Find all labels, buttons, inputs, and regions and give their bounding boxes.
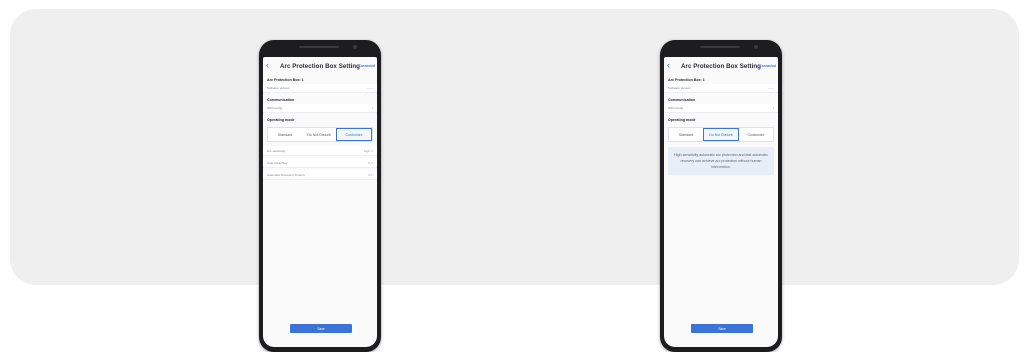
connection-status: Connected — [759, 64, 776, 68]
mode-standard-tab[interactable]: Standard — [669, 128, 703, 141]
mode-selector: Standard Do Not Disturb Customize — [267, 127, 373, 142]
software-version-row: Software Version ------ — [263, 84, 377, 93]
param-dropdown[interactable]: 5 ∨ — [368, 173, 373, 177]
operating-mode-heading: Operating mode — [267, 118, 295, 122]
param-label: Automatic Recovery Time(s) — [267, 172, 305, 177]
mode-do-not-disturb-tab[interactable]: Do Not Disturb — [302, 128, 336, 141]
swi-config-value: 1 — [371, 106, 373, 110]
phone-customize: ‹ Arc Protection Box Setting Connected A… — [259, 40, 381, 352]
mode-customize-tab[interactable]: Customize — [336, 128, 372, 141]
param-label: Arc sensitivity — [267, 148, 286, 153]
param-label: Auto-Clear/Sec — [267, 160, 288, 165]
box-heading: Arc Protection Box: 1 — [668, 78, 705, 82]
mode-selector: Standard Do Not Disturb Customize — [668, 127, 774, 142]
speaker-notch — [700, 46, 740, 48]
swi-config-label: SWI Config — [267, 106, 283, 110]
swi-config-value: 1 — [772, 106, 774, 110]
software-version-label: Software Version — [668, 86, 691, 90]
top-bar: ‹ Arc Protection Box Setting Connected — [263, 57, 377, 76]
auto-clear-row[interactable]: Auto-Clear/Sec 5 ∨ — [263, 158, 377, 168]
software-version-value: ------ — [367, 86, 373, 90]
save-button[interactable]: Save — [290, 324, 352, 333]
swi-config-row[interactable]: SWI Config 1 — [664, 104, 778, 113]
app-screen: ‹ Arc Protection Box Setting Connected A… — [263, 57, 377, 347]
speaker-notch — [299, 46, 339, 48]
box-heading: Arc Protection Box: 1 — [267, 78, 304, 82]
mode-customize-tab[interactable]: Customize — [739, 128, 773, 141]
mode-description: High-sensitivity automatic arc protectio… — [668, 147, 774, 175]
app-screen: ‹ Arc Protection Box Setting Connected A… — [664, 57, 778, 347]
param-dropdown[interactable]: 5 ∨ — [368, 161, 373, 165]
operating-mode-heading: Operating mode — [668, 118, 696, 122]
mode-standard-tab[interactable]: Standard — [268, 128, 302, 141]
mode-do-not-disturb-tab[interactable]: Do Not Disturb — [703, 128, 739, 141]
top-bar: ‹ Arc Protection Box Setting Connected — [664, 57, 778, 76]
swi-config-label: SWI Config — [668, 106, 684, 110]
param-dropdown[interactable]: High ∨ — [364, 149, 373, 153]
parameter-list: Arc sensitivity High ∨ Auto-Clear/Sec 5 … — [263, 146, 377, 180]
software-version-row: Software Version ------ — [664, 84, 778, 93]
swi-config-row[interactable]: SWI Config 1 — [263, 104, 377, 113]
save-button[interactable]: Save — [691, 324, 753, 333]
software-version-label: Software Version — [267, 86, 290, 90]
phone-do-not-disturb: ‹ Arc Protection Box Setting Connected A… — [660, 40, 782, 352]
software-version-value: ------ — [768, 86, 774, 90]
background-panel — [10, 9, 1019, 285]
camera-icon — [754, 45, 758, 49]
recovery-time-row[interactable]: Automatic Recovery Time(s) 5 ∨ — [263, 170, 377, 180]
camera-icon — [353, 45, 357, 49]
arc-sensitivity-row[interactable]: Arc sensitivity High ∨ — [263, 146, 377, 156]
communication-heading: Communication — [267, 98, 295, 102]
communication-heading: Communication — [668, 98, 696, 102]
connection-status: Connected — [358, 64, 375, 68]
